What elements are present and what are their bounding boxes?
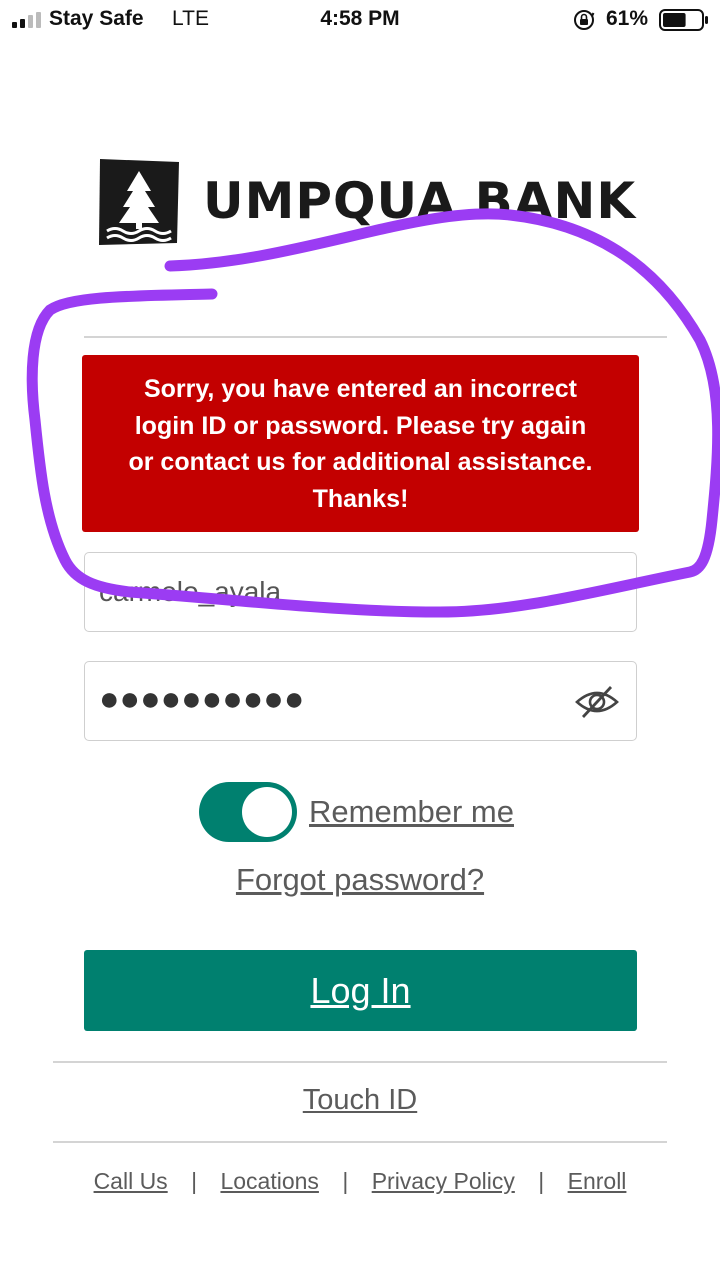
brand-name: UMPQUA BANK bbox=[203, 172, 637, 230]
error-line: Sorry, you have entered an incorrect bbox=[143, 375, 578, 403]
battery-icon bbox=[659, 9, 708, 31]
login-button[interactable]: Log In bbox=[84, 950, 637, 1031]
footer-separator: | bbox=[191, 1168, 198, 1194]
forgot-password-link[interactable]: Forgot password? bbox=[236, 862, 484, 897]
rotation-lock-icon bbox=[574, 10, 595, 30]
footer-separator: | bbox=[538, 1168, 545, 1194]
password-masked-value: ●●●●●●●●●● bbox=[99, 680, 305, 718]
status-time: 4:58 PM bbox=[320, 7, 400, 30]
enroll-link[interactable]: Enroll bbox=[568, 1168, 627, 1194]
username-input[interactable] bbox=[85, 553, 636, 631]
call-us-link[interactable]: Call Us bbox=[94, 1168, 168, 1194]
carrier-name: Stay Safe bbox=[49, 7, 144, 30]
locations-link[interactable]: Locations bbox=[220, 1168, 318, 1194]
network-type: LTE bbox=[172, 7, 209, 30]
footer-links: Call Us | Locations | Privacy Policy | E… bbox=[0, 1168, 720, 1195]
touch-id-link[interactable]: Touch ID bbox=[303, 1084, 417, 1116]
error-line: or contact us for additional assistance. bbox=[128, 448, 593, 476]
password-field[interactable]: ●●●●●●●●●● bbox=[84, 661, 637, 741]
toggle-knob bbox=[242, 787, 292, 837]
middle-divider bbox=[53, 1061, 667, 1063]
cellular-signal-icon bbox=[12, 12, 41, 28]
privacy-policy-link[interactable]: Privacy Policy bbox=[372, 1168, 515, 1194]
error-line: login ID or password. Please try again bbox=[134, 411, 587, 440]
footer-separator: | bbox=[342, 1168, 349, 1194]
tree-logo-icon bbox=[99, 159, 179, 245]
error-line: Thanks! bbox=[312, 484, 409, 513]
battery-percentage: 61% bbox=[606, 7, 649, 30]
eye-slash-icon[interactable] bbox=[574, 683, 620, 721]
login-error-banner: Sorry, you have entered an incorrect log… bbox=[82, 355, 639, 532]
status-bar: Stay Safe LTE 4:58 PM 61% bbox=[0, 0, 720, 40]
remember-me-link[interactable]: Remember me bbox=[309, 794, 514, 830]
remember-me-toggle[interactable] bbox=[199, 782, 297, 842]
bottom-divider bbox=[53, 1141, 667, 1143]
top-divider bbox=[84, 336, 667, 338]
username-field-container bbox=[84, 552, 637, 632]
